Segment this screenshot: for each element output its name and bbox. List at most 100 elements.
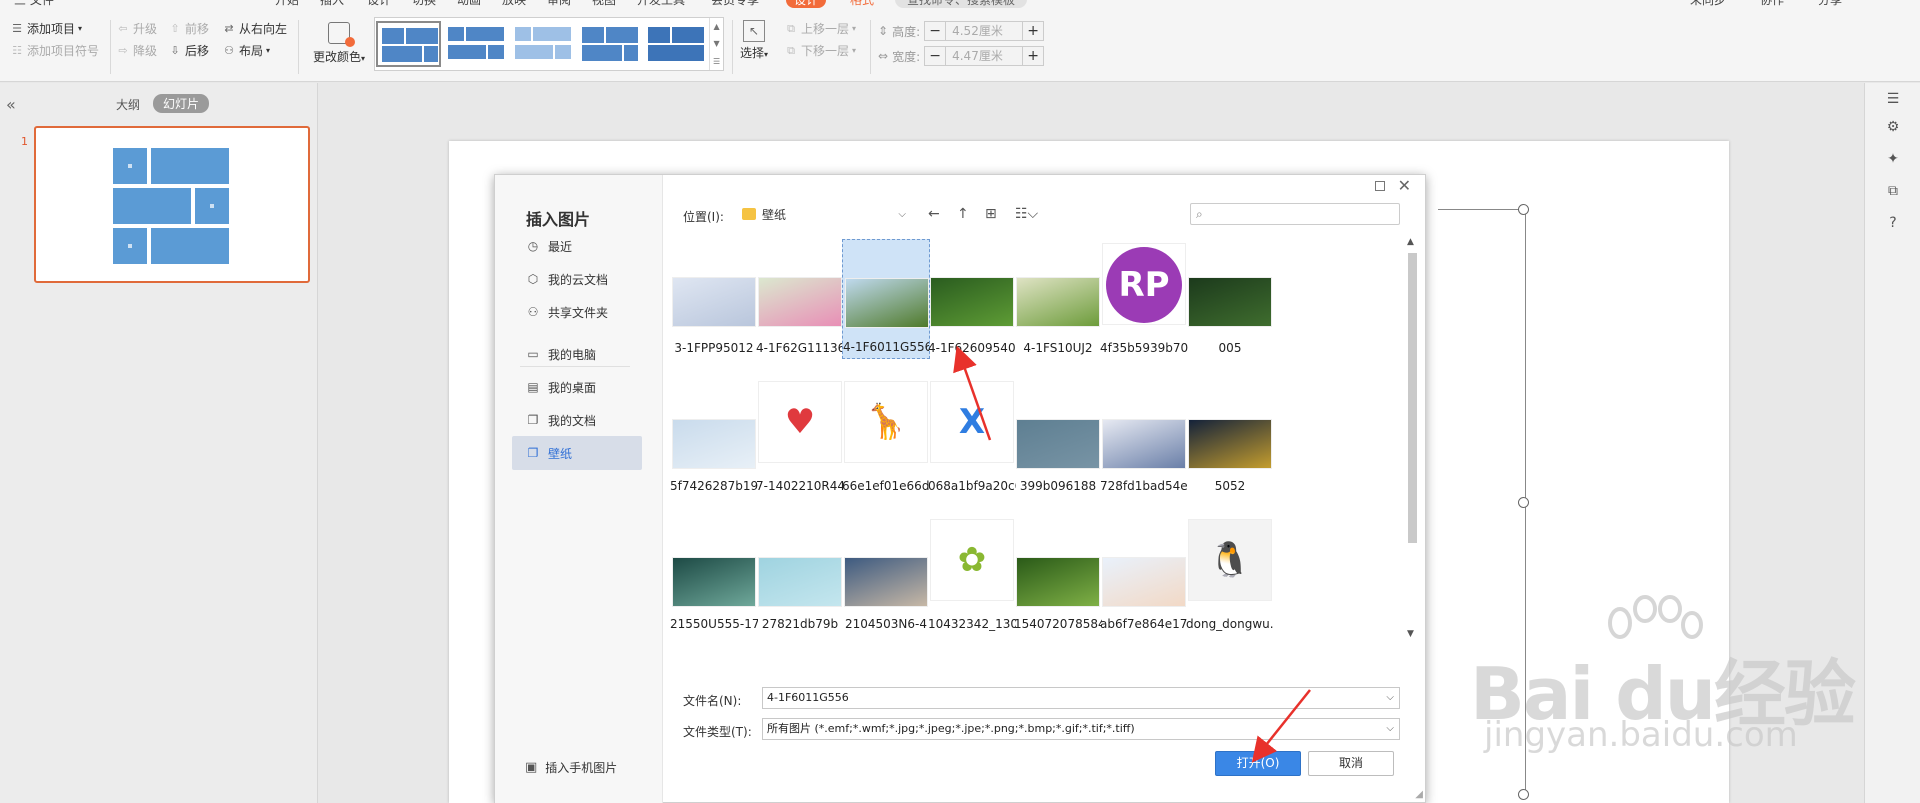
file-item[interactable]: ♥ 7-1402210R44... — [756, 377, 844, 497]
gallery-style-2[interactable] — [443, 21, 508, 67]
scroll-up-icon[interactable]: ▲ — [1407, 237, 1414, 247]
file-item[interactable]: RP 4f35b5939b70... — [1100, 239, 1188, 359]
search-box[interactable]: ⌕ — [1190, 203, 1400, 225]
menu-item[interactable]: 三 文件 — [14, 0, 54, 8]
file-item[interactable]: 3-1FPP95012 — [670, 239, 758, 359]
file-item[interactable]: 27821db79b — [756, 515, 844, 635]
file-item[interactable]: 5052 — [1186, 377, 1274, 497]
sidebar-item-0[interactable]: ◷ 最近 — [512, 229, 642, 263]
move-forward-button[interactable]: ⇧ 前移 — [168, 20, 209, 37]
menu-item[interactable]: 审阅 — [547, 0, 571, 8]
open-button[interactable]: 打开(O) — [1215, 751, 1301, 776]
copy-icon[interactable]: ⧉ — [1885, 183, 1901, 199]
menu-item[interactable]: 切换 — [412, 0, 436, 8]
resize-grip-icon[interactable]: ◢ — [1415, 789, 1423, 800]
menu-item[interactable]: 放映 — [502, 0, 526, 8]
file-item[interactable]: 4-1F6011G556 — [842, 239, 930, 359]
bring-forward-button[interactable]: ⧉ 上移一层 ▾ — [784, 20, 856, 37]
collapse-panel-icon[interactable]: « — [6, 95, 16, 114]
promote-button[interactable]: ⇦ 升级 — [116, 20, 157, 37]
file-grid-scrollbar[interactable]: ▲ ▼ — [1405, 237, 1419, 643]
move-back-button[interactable]: ⇩ 后移 — [168, 42, 209, 59]
insert-phone-picture-button[interactable]: ▣ 插入手机图片 — [525, 759, 617, 776]
gallery-style-4[interactable] — [577, 21, 642, 67]
menu-item[interactable]: 开始 — [275, 0, 299, 8]
sidebar-item-5[interactable]: ❐ 我的文档 — [512, 403, 642, 437]
close-icon[interactable]: ✕ — [1398, 176, 1411, 195]
menu-item[interactable]: 分享 — [1818, 0, 1842, 8]
file-item[interactable]: ✿ 10432342_130... — [928, 515, 1016, 635]
file-item[interactable]: 2104503N6-4 — [842, 515, 930, 635]
view-mode-icon[interactable]: ☷⌵ — [1015, 206, 1038, 222]
resize-handle[interactable] — [1518, 204, 1529, 215]
menu-item[interactable]: 开发工具 — [637, 0, 685, 8]
adjust-icon[interactable]: ⚙ — [1885, 119, 1901, 135]
sidebar-item-4[interactable]: ▤ 我的桌面 — [512, 370, 642, 404]
cancel-button[interactable]: 取消 — [1308, 751, 1394, 776]
add-item-button[interactable]: ☰ 添加项目 ▾ — [10, 20, 82, 37]
change-color-button[interactable]: 更改颜色▾ — [306, 20, 372, 72]
height-decrement-button[interactable]: − — [925, 22, 945, 40]
back-icon[interactable]: ← — [928, 206, 940, 222]
gallery-down-icon[interactable]: ▼ — [714, 39, 720, 48]
send-backward-button[interactable]: ⧉ 下移一层 ▾ — [784, 42, 856, 59]
sidebar-item-1[interactable]: ⬡ 我的云文档 — [512, 262, 642, 296]
file-item[interactable]: 154072078584... — [1014, 515, 1102, 635]
file-item[interactable]: 399b096188 — [1014, 377, 1102, 497]
menu-item[interactable]: 插入 — [320, 0, 344, 8]
tab-outline[interactable]: 大纲 — [116, 96, 140, 113]
width-increment-button[interactable]: + — [1023, 47, 1043, 65]
file-item[interactable]: 728fd1bad54e... — [1100, 377, 1188, 497]
menu-item[interactable]: 视图 — [592, 0, 616, 8]
file-item[interactable]: 🐧 dong_dongwu... — [1186, 515, 1274, 635]
menu-item[interactable]: 会员专享 — [711, 0, 759, 8]
filetype-dropdown[interactable]: 所有图片 (*.emf;*.wmf;*.jpg;*.jpeg;*.jpe;*.p… — [762, 718, 1400, 740]
width-decrement-button[interactable]: − — [925, 47, 945, 65]
width-stepper[interactable]: − 4.47厘米 + — [924, 46, 1045, 66]
gallery-style-5[interactable] — [643, 21, 708, 67]
new-folder-icon[interactable]: ⊞ — [985, 206, 997, 222]
resize-handle[interactable] — [1518, 497, 1529, 508]
chevron-down-icon[interactable]: ⌵ — [1386, 688, 1394, 708]
filename-field[interactable]: 4-1F6011G556 ⌵ — [762, 687, 1400, 709]
up-folder-icon[interactable]: ↑ — [957, 206, 969, 222]
tab-slides[interactable]: 幻灯片 — [153, 94, 210, 113]
gallery-style-3[interactable] — [510, 21, 575, 67]
location-dropdown[interactable]: 壁纸 ⌵ — [738, 202, 910, 226]
file-item[interactable]: 5f7426287b19c — [670, 377, 758, 497]
add-bullet-button[interactable]: ☷ 添加项目符号 — [10, 42, 99, 59]
demote-button[interactable]: ⇨ 降级 — [116, 42, 157, 59]
pin-icon[interactable]: ✦ — [1885, 151, 1901, 167]
height-increment-button[interactable]: + — [1023, 22, 1043, 40]
gallery-scroll[interactable]: ▲ ▼ ☰ — [709, 18, 723, 70]
file-item[interactable]: 4-1F62G11136 — [756, 239, 844, 359]
menu-item[interactable]: 设计 — [367, 0, 391, 8]
menu-item[interactable]: 协作 — [1760, 0, 1784, 8]
help-icon[interactable]: ? — [1885, 215, 1901, 231]
file-item[interactable]: 4-1FS10UJ2 — [1014, 239, 1102, 359]
right-to-left-button[interactable]: ⇄ 从右向左 — [222, 20, 287, 37]
slide-thumbnail[interactable] — [34, 126, 310, 283]
scroll-down-icon[interactable]: ▼ — [1407, 629, 1414, 639]
layout-button[interactable]: ⚇ 布局 ▾ — [222, 42, 270, 59]
file-item[interactable]: X 068a1bf9a20c6... — [928, 377, 1016, 497]
height-stepper[interactable]: − 4.52厘米 + — [924, 21, 1045, 41]
file-item[interactable]: 21550U555-17 — [670, 515, 758, 635]
file-item[interactable]: 4-1F626095403 — [928, 239, 1016, 359]
gallery-up-icon[interactable]: ▲ — [714, 22, 720, 31]
sidebar-item-6[interactable]: ❐ 壁纸 — [512, 436, 642, 470]
file-item[interactable]: 005 — [1186, 239, 1274, 359]
gallery-style-1[interactable] — [376, 21, 441, 67]
file-item[interactable]: 🦒 66e1ef01e66d6... — [842, 377, 930, 497]
menu-item[interactable]: 未同步 — [1690, 0, 1726, 8]
resize-handle[interactable] — [1518, 789, 1529, 800]
menu-item[interactable]: 格式 — [850, 0, 874, 8]
menu-item[interactable]: 查找命令、搜索模板 — [895, 0, 1028, 8]
scroll-thumb[interactable] — [1408, 253, 1417, 543]
sidebar-item-2[interactable]: ⚇ 共享文件夹 — [512, 295, 642, 329]
chevron-down-icon[interactable]: ⌵ — [1386, 719, 1394, 739]
menu-item[interactable]: 动画 — [457, 0, 481, 8]
menu-icon[interactable]: ☰ — [1885, 91, 1901, 107]
menu-item[interactable]: 设计 — [786, 0, 827, 8]
style-gallery[interactable]: ▲ ▼ ☰ — [374, 17, 724, 71]
